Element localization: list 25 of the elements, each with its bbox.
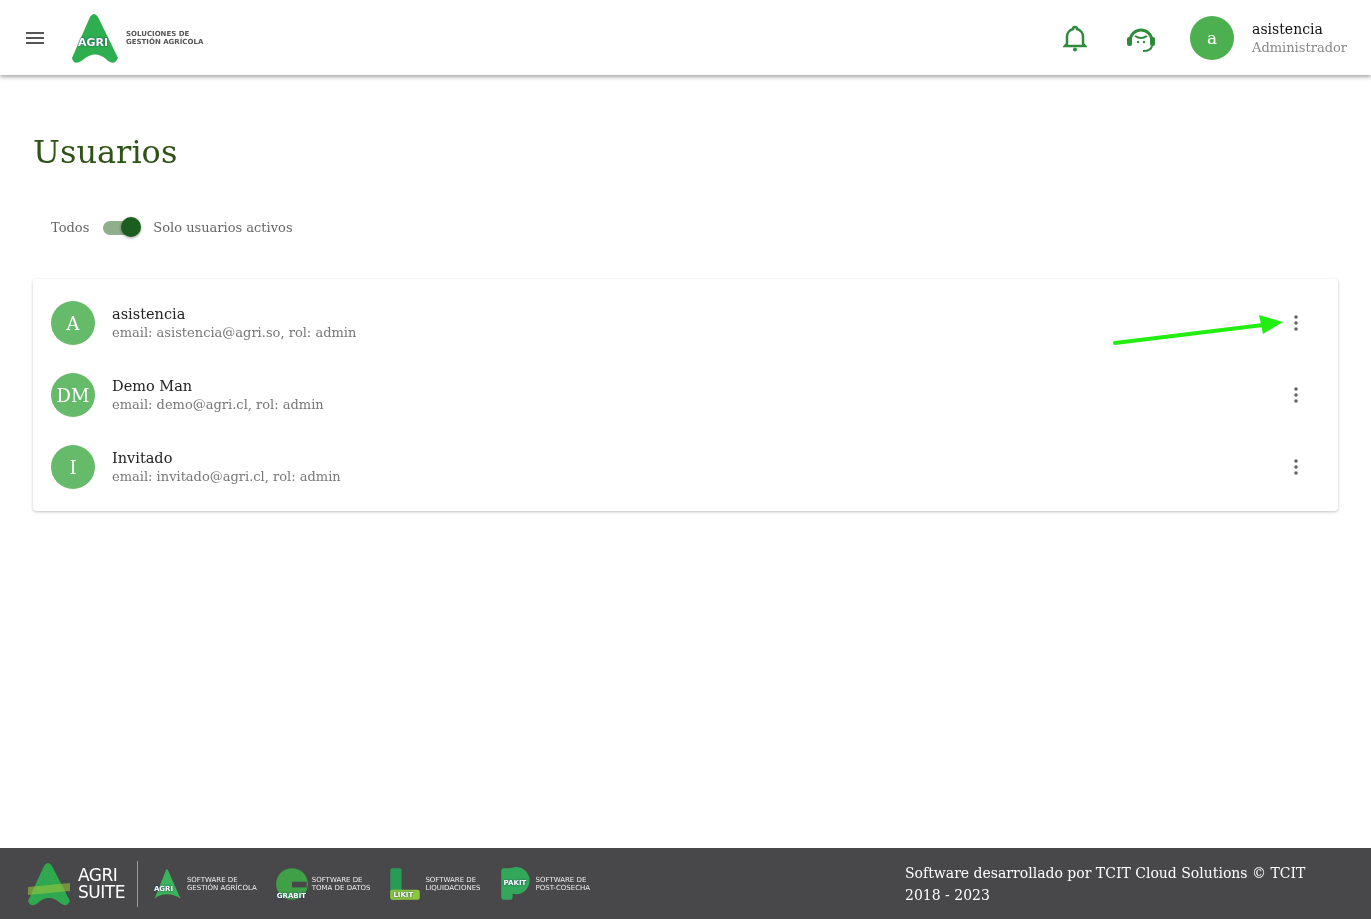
user-avatar: I <box>51 445 95 489</box>
user-details: email: demo@agri.cl, rol: admin <box>112 397 325 412</box>
more-vertical-icon <box>1294 315 1298 331</box>
footer-credit: Software desarrollado por TCIT Cloud Solutions © TCIT 2018 - 2023 <box>905 863 1307 905</box>
page-title: Usuarios <box>33 133 179 171</box>
suite-logo: AGRI SUITE <box>26 860 138 907</box>
user-name: asistencia <box>1252 20 1324 37</box>
toggle-label: Solo usuarios activos <box>153 219 293 235</box>
notifications-button[interactable] <box>1063 23 1088 52</box>
toggle-label: Todos <box>51 219 90 235</box>
user-avatar: A <box>51 301 95 345</box>
user-role: Administrador <box>1252 39 1347 55</box>
user-avatar: DM <box>51 373 95 417</box>
user-details: email: asistencia@agri.so, rol: admin <box>112 325 358 340</box>
user-avatar: a <box>1190 15 1235 60</box>
bell-icon <box>1063 23 1088 52</box>
menu-icon <box>26 31 44 44</box>
user-name: asistencia <box>112 306 187 322</box>
more-vertical-icon <box>1294 459 1298 475</box>
active-users-toggle[interactable] <box>101 217 142 237</box>
user-name: Invitado <box>112 450 174 466</box>
menu-button[interactable] <box>26 31 44 44</box>
user-name: Demo Man <box>112 378 194 394</box>
more-vertical-icon <box>1294 387 1298 403</box>
user-details: email: invitado@agri.cl, rol: admin <box>112 469 342 484</box>
